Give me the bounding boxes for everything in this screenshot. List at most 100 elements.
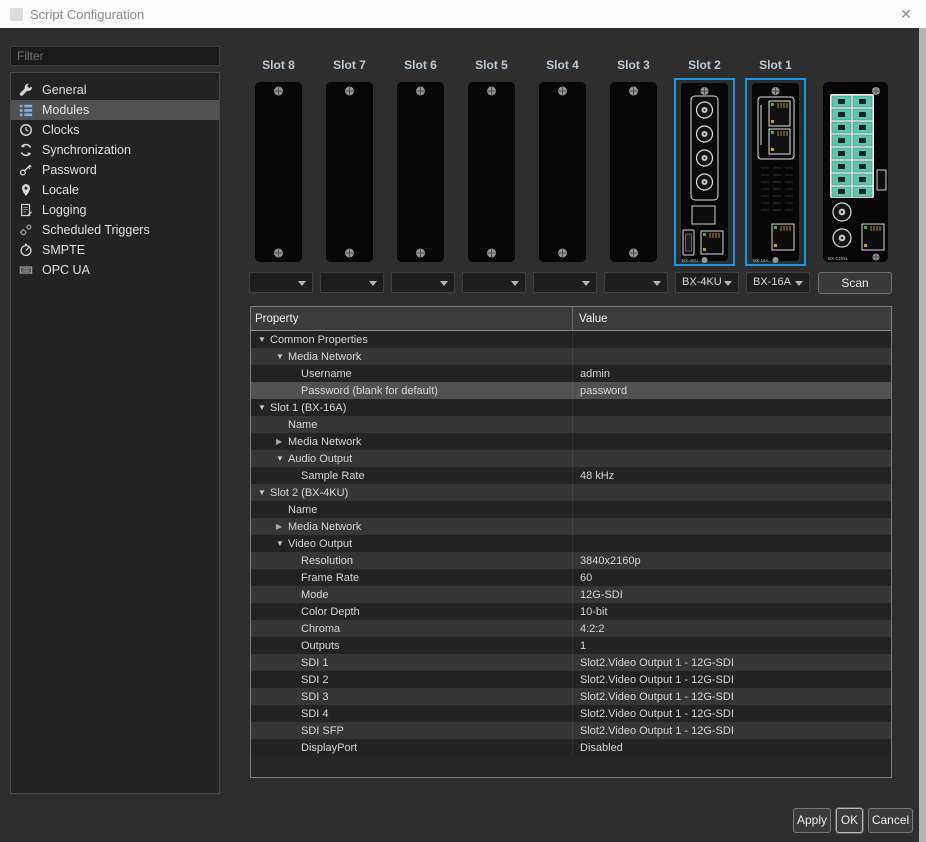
sidebar-item-opc-ua[interactable]: OPC UA — [11, 260, 219, 280]
slot-7-card[interactable] — [321, 80, 378, 264]
sidebar-item-scheduled-triggers[interactable]: Scheduled Triggers — [11, 220, 219, 240]
property-label: Frame Rate — [301, 572, 359, 584]
table-row[interactable]: Name — [251, 501, 891, 518]
sidebar-item-general[interactable]: General — [11, 80, 219, 100]
table-row[interactable]: DisplayPortDisabled — [251, 739, 891, 756]
slot-6-card[interactable] — [392, 80, 449, 264]
sidebar-item-logging[interactable]: Logging — [11, 200, 219, 220]
scan-button[interactable]: Scan — [818, 272, 892, 294]
close-icon[interactable]: ✕ — [897, 5, 915, 23]
vent-grill — [761, 168, 793, 210]
screw-icon — [416, 249, 425, 258]
table-row[interactable]: SDI 1Slot2.Video Output 1 - 12G-SDI — [251, 654, 891, 671]
sidebar-item-synchronization[interactable]: Synchronization — [11, 140, 219, 160]
screw-icon — [772, 87, 780, 95]
slot-7-module-select[interactable] — [320, 272, 384, 293]
filter-input[interactable] — [10, 46, 220, 66]
table-row[interactable]: Frame Rate 60 — [251, 569, 891, 586]
expander-icon[interactable] — [276, 454, 288, 463]
slot-3-card[interactable] — [605, 80, 662, 264]
table-row[interactable]: Color Depth10-bit — [251, 603, 891, 620]
expander-icon[interactable] — [258, 335, 270, 344]
table-row[interactable]: Slot 2 (BX-4KU) — [251, 484, 891, 501]
slot-5-module-select[interactable] — [462, 272, 526, 293]
sidebar-item-clocks[interactable]: Clocks — [11, 120, 219, 140]
table-row[interactable]: Chroma4:2:2 — [251, 620, 891, 637]
property-label: Password (blank for default) — [301, 385, 438, 397]
table-row[interactable]: Video Output — [251, 535, 891, 552]
table-row[interactable]: Name — [251, 416, 891, 433]
slot-3-module-select[interactable] — [604, 272, 668, 293]
slot-5-card[interactable] — [463, 80, 520, 264]
property-label: Name — [288, 504, 317, 516]
table-row[interactable]: Common Properties — [251, 331, 891, 348]
table-row[interactable]: SDI 3Slot2.Video Output 1 - 12G-SDI — [251, 688, 891, 705]
table-row[interactable]: Resolution3840x2160p — [251, 552, 891, 569]
property-value: 1 — [580, 640, 586, 652]
gears-icon — [19, 223, 33, 237]
table-row[interactable]: Audio Output — [251, 450, 891, 467]
apply-button[interactable]: Apply — [793, 808, 831, 833]
table-row[interactable]: Mode12G-SDI — [251, 586, 891, 603]
sidebar-item-label: Password — [42, 163, 97, 177]
slot-2-card-bx4ku[interactable]: BX-4KU — [676, 80, 733, 264]
sidebar-item-locale[interactable]: Locale — [11, 180, 219, 200]
slot-2-module-select[interactable]: BX-4KU — [675, 272, 739, 293]
table-row[interactable]: Outputs1 — [251, 637, 891, 654]
slot-1-module-select[interactable]: BX-16A — [746, 272, 810, 293]
slot-2-label: Slot 2 — [676, 58, 733, 72]
list-icon — [19, 103, 33, 117]
table-row[interactable]: Slot 1 (BX-16A) — [251, 399, 891, 416]
column-header-value[interactable]: Value — [573, 307, 891, 330]
expander-icon[interactable] — [258, 488, 270, 497]
sidebar-item-label: Modules — [42, 103, 89, 117]
property-value: password — [580, 385, 627, 397]
slot-7-label: Slot 7 — [321, 58, 378, 72]
sidebar-item-password[interactable]: Password — [11, 160, 219, 180]
script-configuration-dialog: Script Configuration ✕ General Modules C… — [0, 0, 926, 842]
slot-4-card[interactable] — [534, 80, 591, 264]
property-label: Common Properties — [270, 334, 368, 346]
expander-icon[interactable] — [258, 403, 270, 412]
sidebar-item-label: Locale — [42, 183, 79, 197]
bnc-connector-icon — [697, 102, 713, 118]
ethernet-port-icon — [862, 224, 884, 250]
sidebar-item-smpte[interactable]: SMPTE — [11, 240, 219, 260]
sidebar-item-modules[interactable]: Modules — [11, 100, 219, 120]
slot-8-card[interactable] — [250, 80, 307, 264]
sidebar-item-label: Synchronization — [42, 143, 131, 157]
table-row[interactable]: Usernameadmin — [251, 365, 891, 382]
ok-button[interactable]: OK — [836, 808, 863, 833]
table-row[interactable]: Media Network — [251, 433, 891, 450]
module-name-label: BX-16A — [753, 258, 769, 263]
screw-icon — [274, 249, 283, 258]
table-row[interactable]: Sample Rate48 kHz — [251, 467, 891, 484]
frame-controller-card-bxcon1[interactable]: BX-CON1 — [818, 80, 893, 264]
table-row[interactable]: Media Network — [251, 518, 891, 535]
slot-4-module-select[interactable] — [533, 272, 597, 293]
column-header-property[interactable]: Property — [251, 307, 573, 330]
expander-icon[interactable] — [276, 539, 288, 548]
expander-icon[interactable] — [276, 522, 288, 531]
table-row-selected[interactable]: Password (blank for default) password — [251, 382, 891, 399]
table-row[interactable]: Media Network — [251, 348, 891, 365]
table-row[interactable]: SDI SFPSlot2.Video Output 1 - 12G-SDI — [251, 722, 891, 739]
timer-icon — [19, 243, 33, 257]
slot-8-module-select[interactable] — [249, 272, 313, 293]
property-value: 60 — [580, 572, 592, 584]
property-label: Sample Rate — [301, 470, 365, 482]
cancel-button[interactable]: Cancel — [868, 808, 913, 833]
screw-icon — [558, 87, 567, 96]
screw-icon — [873, 254, 880, 261]
slot-1-card-bx16a[interactable]: BX-16A — [747, 80, 804, 264]
table-row[interactable]: SDI 4Slot2.Video Output 1 - 12G-SDI — [251, 705, 891, 722]
sidebar-item-label: General — [42, 83, 86, 97]
sidebar-item-label: Logging — [42, 203, 87, 217]
slot-6-module-select[interactable] — [391, 272, 455, 293]
expander-icon[interactable] — [276, 352, 288, 361]
table-row[interactable]: SDI 2Slot2.Video Output 1 - 12G-SDI — [251, 671, 891, 688]
sfp-port-icon — [692, 206, 715, 224]
expander-icon[interactable] — [276, 437, 288, 446]
sync-icon — [19, 143, 33, 157]
slot-3-label: Slot 3 — [605, 58, 662, 72]
